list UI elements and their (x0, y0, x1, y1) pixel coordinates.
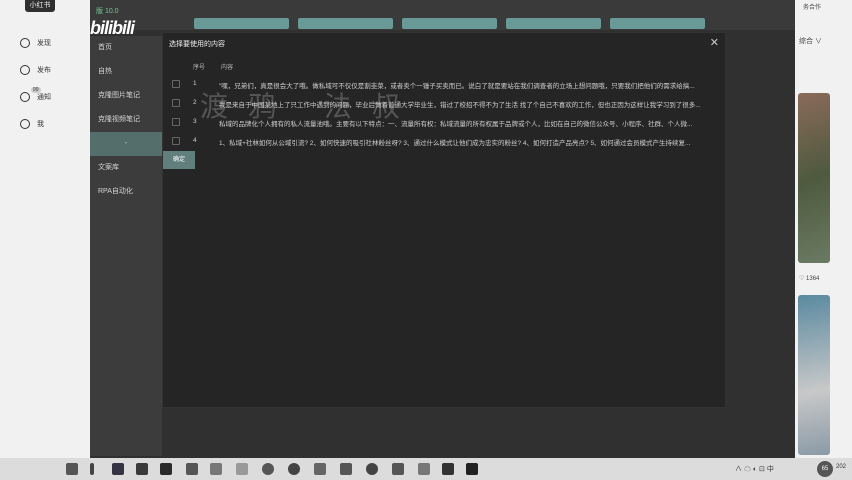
nav-me[interactable]: 我 (20, 117, 51, 131)
nav-self-heat[interactable]: 自热 (90, 60, 162, 84)
nav-notifications-label: 通知 (37, 94, 51, 101)
home-icon (20, 38, 30, 48)
clock: 202 (836, 464, 847, 470)
business-link[interactable]: 务合作 (803, 2, 821, 11)
side-nav: 发现 发布 99 通知 我 (20, 36, 51, 144)
app-icon[interactable] (442, 463, 454, 475)
sort-dropdown[interactable]: 综合 ∨ (799, 36, 822, 46)
row-content: 私域的品牌化个人拥有的私人流量池哦。主要有以下特点：一、流量所有权：私域流量的所… (219, 121, 693, 128)
row-content: 1、私域+社林如何从公域引流? 2、如何快速的吸引社林粉丝呀? 3、通过什么模式… (219, 140, 691, 147)
nav-me-label: 我 (37, 121, 44, 128)
app-icon[interactable] (210, 463, 222, 475)
nav-publish-label: 发布 (37, 67, 51, 74)
nav-home[interactable]: 首页 (90, 36, 162, 60)
row-content: 我是来自于中国某地上了只工作中遇到的问题，毕业后做着普通大学毕业生，错过了校招不… (219, 102, 701, 109)
app-nav: 首页 自热 克隆图片笔记 克隆视频笔记 - 文案库 RPA自动化 (90, 36, 162, 456)
app-icon[interactable] (160, 463, 172, 475)
system-tray[interactable]: ∧ ☁ ◐ ⊡ 中 (735, 464, 774, 474)
nav-notifications[interactable]: 99 通知 (20, 87, 51, 104)
table-row[interactable]: 2 我是来自于中国某地上了只工作中遇到的问题，毕业后做着普通大学毕业生，错过了校… (163, 94, 727, 113)
app-icon[interactable] (466, 463, 478, 475)
column-header-content: 内容 (221, 65, 234, 71)
row-content: "嘿，兄弟们，真是很会大了哦。做私域可不仅仅是割韭菜，或者卖个一锤子买卖而已。说… (219, 83, 695, 90)
app-icon[interactable] (366, 463, 378, 475)
feed-thumbnail[interactable] (798, 295, 830, 455)
table-row[interactable]: 4 1、私域+社林如何从公域引流? 2、如何快速的吸引社林粉丝呀? 3、通过什么… (163, 132, 727, 151)
app-icon[interactable] (262, 463, 274, 475)
app-icon[interactable] (66, 463, 78, 475)
toolbar-button[interactable] (610, 18, 705, 29)
row-checkbox[interactable] (172, 99, 180, 107)
nav-clone-image-notes[interactable]: 克隆图片笔记 (90, 84, 162, 108)
user-icon (20, 119, 30, 129)
column-header-no: 序号 (193, 65, 206, 71)
app-icon[interactable] (418, 463, 430, 475)
toolbar-button[interactable] (194, 18, 289, 29)
app-icon[interactable] (340, 463, 352, 475)
row-checkbox[interactable] (172, 137, 180, 145)
bell-icon: 99 (20, 87, 41, 102)
close-icon[interactable]: ✕ (710, 36, 719, 49)
row-number: 1 (193, 80, 197, 87)
nav-publish[interactable]: 发布 (20, 63, 51, 77)
like-count: ♡ 1364 (799, 276, 820, 282)
app-icon[interactable] (90, 463, 94, 475)
row-checkbox[interactable] (172, 118, 180, 126)
version-label: 版 10.0 (96, 8, 119, 15)
xiaohongshu-sidebar: 小红书 发现 发布 99 通知 我 (0, 0, 90, 458)
dialog-title: 选择要使用的内容 (169, 41, 225, 48)
feed-thumbnail[interactable] (798, 93, 830, 263)
plus-icon (20, 65, 30, 75)
nav-copy-library[interactable]: 文案库 (90, 156, 162, 180)
app-icon[interactable] (186, 463, 198, 475)
app-icon[interactable] (314, 463, 326, 475)
feed-panel: 务合作 综合 ∨ ♡ 1364 (795, 0, 852, 458)
toolbar-button[interactable] (298, 18, 393, 29)
brand-logo: 小红书 (25, 0, 55, 12)
taskbar: ∧ ☁ ◐ ⊡ 中 65 202 (0, 458, 852, 480)
row-number: 3 (193, 118, 197, 125)
table-row[interactable]: 3 私域的品牌化个人拥有的私人流量池哦。主要有以下特点：一、流量所有权：私域流量… (163, 113, 727, 132)
row-number: 4 (193, 137, 197, 144)
table-header: 序号 内容 (163, 59, 727, 73)
app-icon[interactable] (288, 463, 300, 475)
nav-discover-label: 发现 (37, 40, 51, 47)
row-number: 2 (193, 99, 197, 106)
nav-rpa[interactable]: RPA自动化 (90, 180, 162, 204)
nav-clone-video-notes[interactable]: 克隆视频笔记 (90, 108, 162, 132)
app-icon[interactable] (112, 463, 124, 475)
user-avatar[interactable]: 65 (817, 461, 833, 477)
toolbar-button[interactable] (506, 18, 601, 29)
confirm-button[interactable]: 确定 (163, 151, 195, 169)
nav-discover[interactable]: 发现 (20, 36, 51, 50)
table-row[interactable]: 1 "嘿，兄弟们，真是很会大了哦。做私域可不仅仅是割韭菜，或者卖个一锤子买卖而已… (163, 75, 727, 94)
notification-badge: 99 (31, 87, 41, 93)
nav-selected-item[interactable]: - (90, 132, 162, 156)
select-content-dialog: 选择要使用的内容 ✕ 序号 内容 1 "嘿，兄弟们，真是很会大了哦。做私域可不仅… (162, 32, 726, 408)
app-topbar: 版 10.0 (90, 0, 795, 30)
row-checkbox[interactable] (172, 80, 180, 88)
toolbar-button[interactable] (402, 18, 497, 29)
app-icon[interactable] (392, 463, 404, 475)
app-icon[interactable] (236, 463, 248, 475)
app-icon[interactable] (136, 463, 148, 475)
